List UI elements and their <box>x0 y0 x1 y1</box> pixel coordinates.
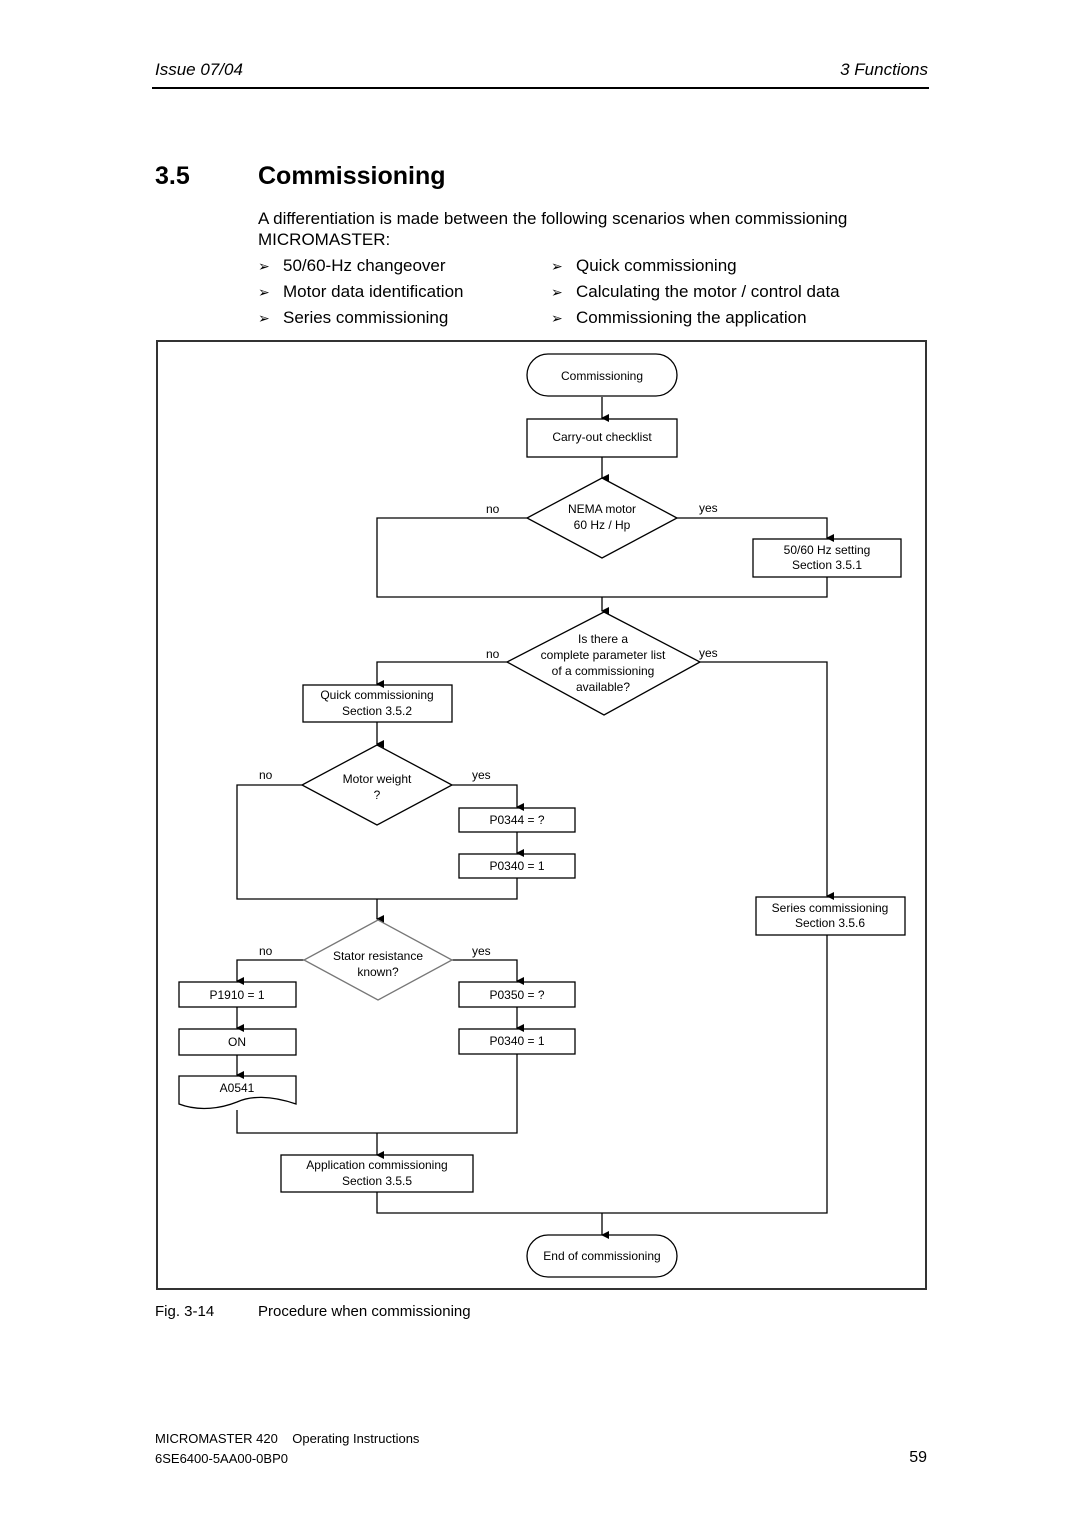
p0340-label: P0340 = 1 <box>489 1034 544 1048</box>
series-comm-label: Series commissioning <box>772 901 889 915</box>
checklist-label: Carry-out checklist <box>552 430 652 444</box>
quick-comm-label: Quick commissioning <box>320 688 433 702</box>
figure-caption: Procedure when commissioning <box>258 1303 471 1320</box>
param-label: of a commissioning <box>552 664 655 678</box>
footer-order-number: 6SE6400-5AA00-0BP0 <box>155 1451 288 1466</box>
branch-yes-label: yes <box>472 944 491 958</box>
commissioning-flowchart: Commissioning Carry-out checklist NEMA m… <box>178 353 906 1278</box>
connector-no <box>236 959 304 985</box>
branch-no-label: no <box>259 768 273 782</box>
a0541-label: A0541 <box>220 1081 255 1095</box>
stator-label: Stator resistance <box>333 949 423 963</box>
app-comm-label: Section 3.5.5 <box>342 1174 412 1188</box>
branch-no-label: no <box>259 944 273 958</box>
nema-label: NEMA motor <box>568 502 636 516</box>
connector-yes <box>452 959 524 985</box>
footer-product: MICROMASTER 420 Operating Instructions <box>155 1431 420 1446</box>
connector-yes <box>452 784 524 811</box>
connector-yes <box>700 661 834 900</box>
branch-yes-label: yes <box>472 768 491 782</box>
connector-yes <box>677 517 834 542</box>
param-label: available? <box>576 680 630 694</box>
p0344-label: P0344 = ? <box>489 813 544 827</box>
weight-label: ? <box>374 788 381 802</box>
param-label: Is there a <box>578 632 628 646</box>
branch-no-label: no <box>486 502 500 516</box>
branch-no-label: no <box>486 647 500 661</box>
nema-label: 60 Hz / Hp <box>574 518 631 532</box>
p1910-label: P1910 = 1 <box>209 988 264 1002</box>
page-number: 59 <box>909 1449 927 1466</box>
quick-comm-label: Section 3.5.2 <box>342 704 412 718</box>
weight-label: Motor weight <box>343 772 412 786</box>
hz-setting-label: 50/60 Hz setting <box>784 543 871 557</box>
app-comm-label: Application commissioning <box>306 1158 447 1172</box>
series-comm-label: Section 3.5.6 <box>795 916 865 930</box>
branch-yes-label: yes <box>699 646 718 660</box>
param-label: complete parameter list <box>541 648 666 662</box>
on-label: ON <box>228 1035 246 1049</box>
hz-setting-label: Section 3.5.1 <box>792 558 862 572</box>
branch-yes-label: yes <box>699 501 718 515</box>
end-label: End of commissioning <box>543 1249 660 1263</box>
connector <box>236 1054 518 1134</box>
start-label: Commissioning <box>561 369 643 383</box>
p0340-label: P0340 = 1 <box>489 859 544 873</box>
connector-no <box>376 661 507 688</box>
figure-number: Fig. 3-14 <box>155 1303 215 1320</box>
connector-no <box>236 784 518 900</box>
stator-label: known? <box>357 965 399 979</box>
p0350-label: P0350 = ? <box>489 988 544 1002</box>
